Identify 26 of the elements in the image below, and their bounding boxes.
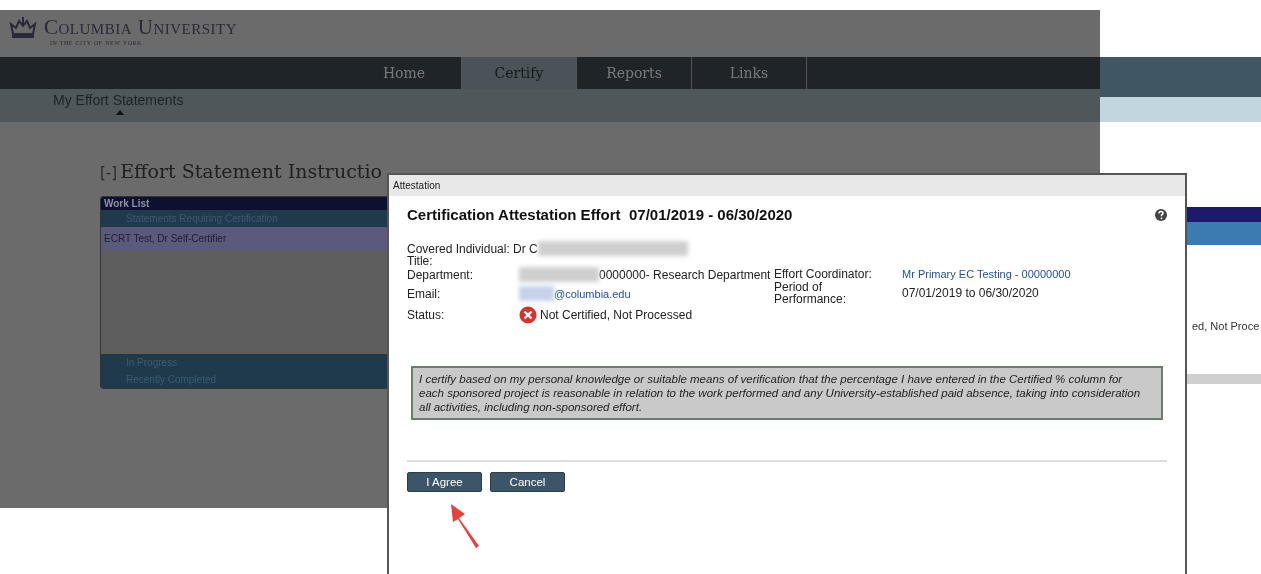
status-value: Not Certified, Not Processed bbox=[540, 308, 693, 322]
field-label: Title: bbox=[407, 256, 433, 267]
crown-logo-icon bbox=[8, 16, 38, 40]
field-value: 07/01/2019 to 06/30/2020 bbox=[902, 286, 1039, 300]
field-label: Status: bbox=[407, 308, 446, 322]
nav-tab[interactable]: Certify bbox=[462, 57, 577, 89]
email-link[interactable]: @columbia.edu bbox=[554, 287, 631, 300]
help-icon[interactable] bbox=[1155, 208, 1167, 221]
section-heading: Effort Statement Instructio bbox=[120, 160, 382, 182]
dialog-heading: Certification Attestation Effort 07/01/2019 - 06/30/2020 bbox=[407, 206, 793, 223]
caret-icon bbox=[116, 110, 124, 115]
status-text: ed, Not Proce bbox=[1191, 320, 1261, 332]
certification-statement: I certify based on my personal knowledge or suitable means of verification that the percentage I have entered in the Certified % column for each sponsored project is reasonable in relation to the work performed and any University-established paid absence, taking into consideration all activities, including non-sponsored effort. bbox=[411, 366, 1163, 420]
university-name: Columbia University bbox=[44, 16, 238, 38]
dialog-title: Attestation bbox=[389, 175, 1185, 196]
collapse-toggle[interactable]: [-] bbox=[100, 164, 118, 182]
agree-button[interactable]: I Agree bbox=[407, 472, 482, 492]
field-label: Department: bbox=[407, 267, 475, 282]
field-label: Covered Individual: Dr C bbox=[407, 241, 538, 256]
cancel-button[interactable]: Cancel bbox=[490, 472, 565, 492]
field-label: Effort Coordinator: bbox=[774, 267, 873, 281]
field-label: Period of Performance: bbox=[774, 281, 848, 305]
field-value: 0000000- Research Department bbox=[599, 267, 771, 282]
coordinator-link[interactable]: Mr Primary EC Testing - 00000000 bbox=[902, 268, 1071, 280]
redacted-text bbox=[519, 286, 554, 301]
field-label: Email: bbox=[407, 286, 442, 301]
